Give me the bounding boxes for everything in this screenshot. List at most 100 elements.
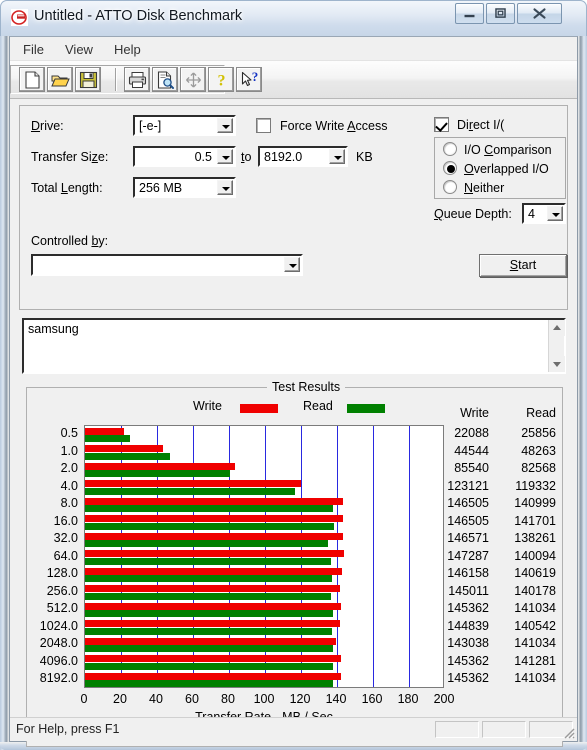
result-value-write: 144839 (447, 618, 489, 633)
save-icon (79, 71, 98, 89)
chart-y-tick-label: 4.0 (60, 478, 78, 493)
chart-bar-write (85, 602, 341, 610)
drive-value: [-e-] (139, 119, 162, 133)
transfer-size-to-select[interactable]: 8192.0 (258, 146, 348, 167)
legend-write-label: Write (193, 399, 222, 413)
maximize-button[interactable] (486, 3, 515, 24)
legend-read-label: Read (303, 399, 333, 413)
chart-x-tick-label: 140 (325, 692, 347, 706)
menu-bar: File View Help (10, 37, 577, 61)
legend-write-swatch (240, 404, 278, 413)
chart-x-tick-label: 200 (433, 692, 455, 706)
controlled-by-select[interactable] (31, 254, 303, 276)
drive-label: Drive: (31, 119, 64, 133)
result-value-read: 141034 (514, 636, 556, 651)
test-results-caption: Test Results (267, 380, 346, 394)
result-value-read: 140542 (514, 618, 556, 633)
queue-depth-select[interactable]: 4 (522, 203, 566, 224)
result-value-read: 141034 (514, 671, 556, 686)
chart-gridline (373, 426, 374, 687)
chevron-down-icon[interactable] (217, 118, 233, 133)
context-help-button[interactable]: ? (236, 67, 262, 92)
move-button[interactable] (180, 67, 206, 92)
chart-bar-write (85, 427, 124, 435)
start-button-label: Start (509, 258, 537, 272)
chart-bar-read (85, 557, 332, 565)
new-button[interactable] (19, 67, 45, 92)
result-value-read: 82568 (521, 461, 556, 476)
transfer-size-from-select[interactable]: 0.5 (133, 146, 236, 167)
open-button[interactable] (47, 67, 73, 92)
queue-depth-label: Queue Depth: (434, 207, 512, 221)
chevron-down-icon[interactable] (547, 206, 563, 221)
notes-scrollbar[interactable] (548, 320, 565, 372)
result-value-write: 44544 (454, 443, 489, 458)
chevron-down-icon[interactable] (217, 180, 233, 195)
result-value-read: 48263 (521, 443, 556, 458)
io-mode-group: I/O Comparison Overlapped I/O Neither (434, 137, 566, 199)
chart-y-tick-label: 8192.0 (39, 671, 78, 686)
chart-bar-write (85, 550, 344, 558)
chevron-down-icon[interactable] (329, 149, 345, 164)
new-icon (25, 71, 40, 89)
chart-x-tick-label: 80 (221, 692, 235, 706)
chart-y-tick-label: 256.0 (46, 583, 78, 598)
chart-y-tick-label: 64.0 (53, 548, 78, 563)
total-length-value: 256 MB (139, 181, 183, 195)
chart-x-tick-label: 0 (80, 692, 88, 706)
chart-y-tick-label: 128.0 (46, 566, 78, 581)
save-button[interactable] (75, 67, 101, 92)
result-value-write: 146158 (447, 566, 489, 581)
scroll-up-icon[interactable] (549, 320, 565, 336)
neither-label: Neither (464, 181, 505, 195)
legend-read-swatch (347, 404, 385, 413)
client-area: File View Help ? ? Drive: [-e-] Force Wr… (9, 36, 578, 747)
chart-bar-write (85, 567, 342, 575)
result-value-write: 145362 (447, 653, 489, 668)
scroll-down-icon[interactable] (549, 356, 565, 372)
radio-neither[interactable] (443, 180, 457, 194)
chevron-down-icon[interactable] (217, 149, 233, 164)
chart-y-tick-label: 32.0 (53, 531, 78, 546)
radio-io-comparison[interactable] (443, 142, 457, 156)
start-button[interactable]: Start (479, 254, 567, 277)
result-value-write: 145362 (447, 671, 489, 686)
chevron-down-icon[interactable] (284, 257, 300, 272)
menu-file[interactable]: File (16, 40, 51, 58)
chart-bar-read (85, 610, 333, 618)
notes-textarea[interactable]: samsung (22, 318, 566, 374)
svg-text:?: ? (252, 71, 259, 84)
chart-y-tick-label: 1024.0 (39, 618, 78, 633)
total-length-select[interactable]: 256 MB (133, 177, 236, 198)
transfer-units-label: KB (356, 150, 373, 164)
chart-bar-read (85, 505, 333, 513)
direct-io-checkbox[interactable] (434, 117, 449, 132)
result-value-read: 141034 (514, 601, 556, 616)
print-preview-button[interactable] (152, 67, 178, 92)
chart-y-tick-label: 0.5 (60, 426, 78, 440)
menu-help[interactable]: Help (107, 40, 148, 58)
chart-x-tick-label: 180 (397, 692, 419, 706)
move-icon (186, 72, 201, 88)
print-button[interactable] (124, 67, 150, 92)
help-button[interactable]: ? (208, 67, 234, 92)
result-value-read: 141701 (514, 513, 556, 528)
window-border-left (0, 36, 9, 750)
close-button[interactable] (517, 3, 562, 24)
radio-overlapped-io[interactable] (443, 161, 457, 175)
minimize-button[interactable] (455, 3, 484, 24)
chart-x-tick-label: 60 (185, 692, 199, 706)
resize-grip-icon[interactable] (561, 725, 575, 739)
benchmark-chart (84, 425, 444, 688)
force-write-checkbox[interactable] (256, 118, 271, 133)
chart-y-tick-label: 512.0 (46, 601, 78, 616)
result-value-write: 123121 (447, 478, 489, 493)
chart-bar-write (85, 655, 341, 663)
menu-view[interactable]: View (58, 40, 100, 58)
chart-bar-read (85, 452, 170, 460)
chart-bar-read (85, 435, 131, 442)
chart-bar-write (85, 637, 337, 645)
controlled-by-label: Controlled by: (31, 234, 109, 248)
result-value-read: 140999 (514, 496, 556, 511)
drive-select[interactable]: [-e-] (133, 115, 236, 136)
